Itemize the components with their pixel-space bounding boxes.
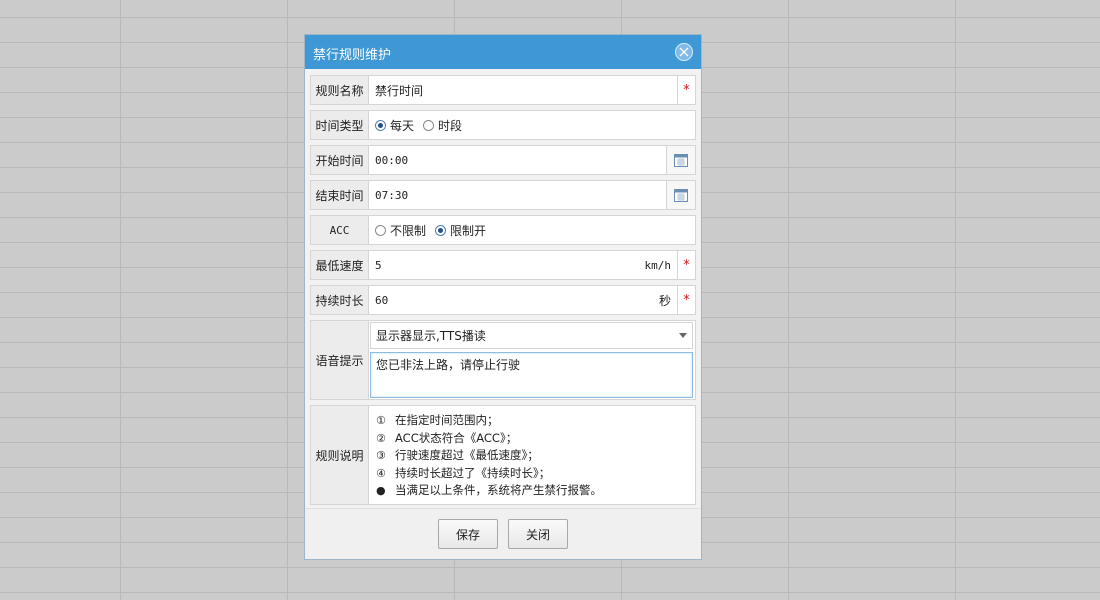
voice-field: 显示器显示,TTS播读 您已非法上路，请停止行驶 — [369, 321, 695, 399]
time-type-row: 时间类型 每天 时段 — [310, 110, 696, 140]
time-type-radio-group: 每天 时段 — [369, 111, 695, 139]
radio-checked-icon — [375, 119, 386, 131]
rule-dialog: 禁行规则维护 规则名称 禁行时间 * 时间类型 每天 时段 开始时间 00:00… — [304, 34, 702, 560]
radio-checked-icon — [435, 224, 447, 236]
line-text: 持续时长超过了《持续时长》； — [395, 465, 551, 480]
line-marker: ④ — [376, 466, 386, 480]
min-speed-row: 最低速度 5 km/h * — [310, 250, 696, 280]
line-text: ACC状态符合《ACC》； — [395, 430, 518, 445]
min-speed-label: 最低速度 — [311, 251, 369, 279]
end-time-value: 07:30 — [375, 188, 409, 202]
bullet-icon: ● — [376, 484, 386, 497]
min-speed-value: 5 — [375, 258, 382, 272]
end-time-label: 结束时间 — [311, 181, 369, 209]
duration-input[interactable]: 60 秒 — [369, 286, 677, 314]
rule-name-value: 禁行时间 — [375, 83, 424, 98]
start-time-row: 开始时间 00:00 — [310, 145, 696, 175]
dialog-title: 禁行规则维护 — [313, 48, 392, 63]
rule-name-label: 规则名称 — [311, 76, 369, 104]
description-line: ② ACC状态符合《ACC》； — [376, 430, 688, 448]
required-mark: * — [677, 286, 695, 314]
voice-label: 语音提示 — [311, 321, 369, 399]
description-row: 规则说明 ① 在指定时间范围内； ② ACC状态符合《ACC》； ③ 行驶速度超过《最… — [310, 405, 696, 505]
radio-label: 限制开 — [450, 223, 487, 238]
rule-name-row: 规则名称 禁行时间 * — [310, 75, 696, 105]
required-mark: * — [677, 251, 695, 279]
radio-label: 不限制 — [390, 223, 427, 238]
radio-label: 每天 — [390, 118, 415, 133]
line-marker: ② — [376, 431, 386, 445]
dialog-body: 规则名称 禁行时间 * 时间类型 每天 时段 开始时间 00:00 结束时间 0… — [305, 69, 701, 505]
start-time-label: 开始时间 — [311, 146, 369, 174]
line-text: 行驶速度超过《最低速度》； — [395, 448, 539, 462]
close-button[interactable]: 关闭 — [508, 519, 568, 549]
duration-label: 持续时长 — [311, 286, 369, 314]
line-text: 当满足以上条件，系统将产生禁行报警。 — [395, 483, 602, 497]
description-line: ● 当满足以上条件，系统将产生禁行报警。 — [376, 482, 688, 500]
time-type-label: 时间类型 — [311, 111, 369, 139]
voice-mode-select[interactable]: 显示器显示,TTS播读 — [370, 322, 693, 349]
description-text: ① 在指定时间范围内； ② ACC状态符合《ACC》； ③ 行驶速度超过《最低速度》；… — [369, 406, 695, 504]
acc-label: ACC — [311, 216, 369, 244]
required-mark: * — [677, 76, 695, 104]
dialog-footer: 保存 关闭 — [305, 508, 701, 559]
description-line: ③ 行驶速度超过《最低速度》； — [376, 447, 688, 465]
end-time-input[interactable]: 07:30 — [369, 181, 666, 209]
chevron-down-icon — [679, 333, 687, 338]
voice-text-input[interactable]: 您已非法上路，请停止行驶 — [370, 352, 693, 398]
dialog-titlebar: 禁行规则维护 — [305, 35, 701, 69]
description-label: 规则说明 — [311, 406, 369, 504]
radio-unchecked-icon — [423, 119, 435, 131]
radio-unchecked-icon — [375, 224, 386, 236]
min-speed-input[interactable]: 5 km/h — [369, 251, 677, 279]
acc-on-radio[interactable]: 限制开 — [435, 222, 486, 239]
duration-row: 持续时长 60 秒 * — [310, 285, 696, 315]
duration-value: 60 — [375, 293, 389, 307]
speed-unit: km/h — [644, 258, 672, 272]
line-text: 在指定时间范围内； — [395, 413, 499, 427]
duration-unit: 秒 — [658, 293, 671, 308]
description-line: ① 在指定时间范围内； — [376, 412, 688, 430]
start-time-input[interactable]: 00:00 — [369, 146, 666, 174]
acc-radio-group: 不限制 限制开 — [369, 216, 695, 244]
end-time-row: 结束时间 07:30 — [310, 180, 696, 210]
description-line: ④ 持续时长超过了《持续时长》； — [376, 465, 688, 483]
calendar-icon[interactable] — [666, 146, 695, 174]
rule-name-input[interactable]: 禁行时间 — [369, 76, 677, 104]
save-button[interactable]: 保存 — [438, 519, 498, 549]
acc-row: ACC 不限制 限制开 — [310, 215, 696, 245]
time-type-period-radio[interactable]: 时段 — [423, 117, 462, 134]
calendar-icon[interactable] — [666, 181, 695, 209]
acc-unlimited-radio[interactable]: 不限制 — [375, 222, 426, 239]
voice-row: 语音提示 显示器显示,TTS播读 您已非法上路，请停止行驶 — [310, 320, 696, 400]
line-marker: ③ — [376, 449, 386, 462]
time-type-daily-radio[interactable]: 每天 — [375, 117, 414, 134]
close-icon[interactable] — [675, 43, 693, 61]
radio-label: 时段 — [438, 118, 463, 133]
line-marker: ① — [376, 414, 386, 427]
start-time-value: 00:00 — [375, 153, 409, 167]
voice-mode-value: 显示器显示,TTS播读 — [376, 329, 486, 343]
